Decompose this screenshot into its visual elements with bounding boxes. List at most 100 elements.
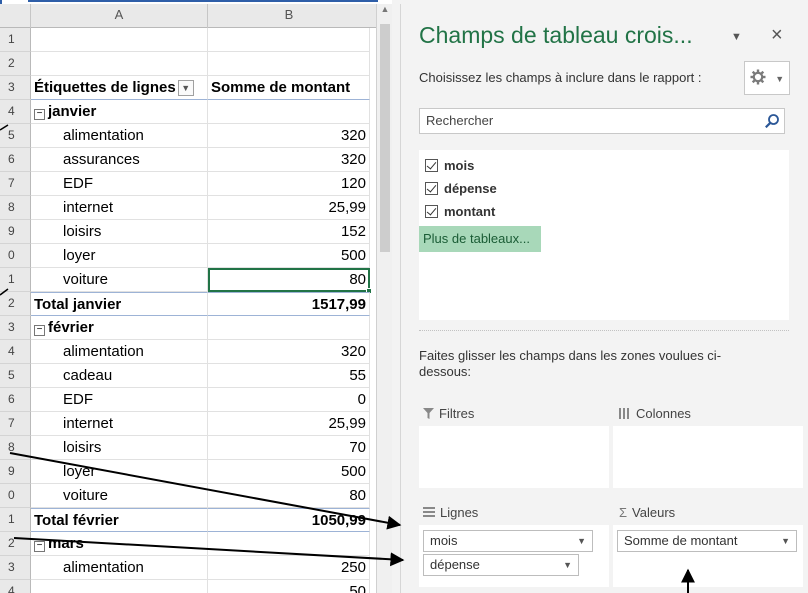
- cell-a[interactable]: Total janvier: [31, 292, 208, 316]
- cell-b[interactable]: 120: [208, 172, 370, 196]
- values-item-somme-de-montant[interactable]: Somme de montant ▼: [617, 530, 797, 552]
- row-number[interactable]: 4: [0, 580, 31, 593]
- cell-a[interactable]: Total février: [31, 508, 208, 532]
- cell-b[interactable]: 1517,99: [208, 292, 370, 316]
- field-mois[interactable]: mois: [425, 158, 474, 173]
- row-number[interactable]: 2: [0, 292, 31, 316]
- row-number[interactable]: 3: [0, 76, 31, 100]
- row-number[interactable]: 1: [0, 268, 31, 292]
- row-number[interactable]: 7: [0, 172, 31, 196]
- cell-b[interactable]: [208, 316, 370, 340]
- cell-a[interactable]: EDF: [31, 388, 208, 412]
- cell-a[interactable]: Étiquettes de lignes ▼: [31, 76, 208, 100]
- cell-a[interactable]: EDF: [31, 172, 208, 196]
- row-number[interactable]: 4: [0, 340, 31, 364]
- cell-a[interactable]: voiture: [31, 268, 208, 292]
- row-number[interactable]: 2: [0, 52, 31, 76]
- cell-b[interactable]: 320: [208, 340, 370, 364]
- cell-b[interactable]: 80: [208, 268, 370, 292]
- row-number[interactable]: 9: [0, 220, 31, 244]
- row-number[interactable]: 3: [0, 556, 31, 580]
- checkbox-mois[interactable]: [425, 159, 438, 172]
- cell-a[interactable]: voiture: [31, 484, 208, 508]
- cell-a[interactable]: loisirs: [31, 436, 208, 460]
- vertical-scrollbar[interactable]: ▲: [376, 4, 392, 593]
- row-number[interactable]: 6: [0, 388, 31, 412]
- filters-zone[interactable]: [419, 426, 609, 488]
- collapse-icon[interactable]: −: [34, 541, 45, 552]
- cell-b[interactable]: 50: [208, 580, 370, 593]
- more-tables-link[interactable]: Plus de tableaux...: [419, 226, 541, 252]
- scroll-up-icon[interactable]: ▲: [379, 4, 391, 18]
- cell-b[interactable]: 320: [208, 148, 370, 172]
- row-number[interactable]: 8: [0, 436, 31, 460]
- collapse-icon[interactable]: −: [34, 325, 45, 336]
- checkbox-depense[interactable]: [425, 182, 438, 195]
- panel-options-dropdown-icon[interactable]: ▼: [731, 31, 742, 43]
- cell-a[interactable]: internet: [31, 412, 208, 436]
- cell-b[interactable]: 500: [208, 460, 370, 484]
- cell-b[interactable]: [208, 52, 370, 76]
- cell-b[interactable]: 1050,99: [208, 508, 370, 532]
- cell-a[interactable]: alimentation: [31, 124, 208, 148]
- select-all-corner[interactable]: [0, 4, 31, 28]
- row-number[interactable]: 1: [0, 28, 31, 52]
- row-number[interactable]: 0: [0, 244, 31, 268]
- rows-zone[interactable]: mois ▼ dépense ▼: [419, 525, 609, 587]
- filter-dropdown-icon[interactable]: ▼: [177, 80, 194, 96]
- cell-a[interactable]: loyer: [31, 244, 208, 268]
- column-header-b[interactable]: B: [208, 4, 370, 28]
- rows-item-depense[interactable]: dépense ▼: [423, 554, 579, 576]
- cell-a[interactable]: [31, 28, 208, 52]
- row-number[interactable]: 4: [0, 100, 31, 124]
- spreadsheet[interactable]: A B 1 2 3 Étiquettes de lignes ▼ Somme de mon…: [0, 0, 392, 593]
- row-number[interactable]: 1: [0, 508, 31, 532]
- cell-a[interactable]: loisirs: [31, 220, 208, 244]
- cell-a[interactable]: alimentation: [31, 340, 208, 364]
- tools-button[interactable]: ▼: [744, 61, 790, 95]
- scroll-thumb[interactable]: [380, 24, 390, 252]
- sum-header[interactable]: Somme de montant: [208, 76, 370, 100]
- cell-b[interactable]: 250: [208, 556, 370, 580]
- cell-b[interactable]: 55: [208, 364, 370, 388]
- values-zone[interactable]: Somme de montant ▼: [613, 525, 803, 587]
- cell-a[interactable]: assurances: [31, 148, 208, 172]
- columns-zone[interactable]: [613, 426, 803, 488]
- cell-b[interactable]: 320: [208, 124, 370, 148]
- cell-b[interactable]: 80: [208, 484, 370, 508]
- field-depense[interactable]: dépense: [425, 181, 497, 196]
- cell-b[interactable]: 152: [208, 220, 370, 244]
- cell-a[interactable]: − mars: [31, 532, 208, 556]
- collapse-icon[interactable]: −: [34, 109, 45, 120]
- close-icon[interactable]: ×: [771, 24, 783, 47]
- chevron-down-icon[interactable]: ▼: [781, 531, 790, 551]
- cell-b[interactable]: [208, 100, 370, 124]
- row-number[interactable]: 8: [0, 196, 31, 220]
- row-number[interactable]: 5: [0, 124, 31, 148]
- cell-a[interactable]: [31, 580, 208, 593]
- checkbox-montant[interactable]: [425, 205, 438, 218]
- row-number[interactable]: 9: [0, 460, 31, 484]
- chevron-down-icon[interactable]: ▼: [577, 531, 586, 551]
- cell-b[interactable]: 0: [208, 388, 370, 412]
- cell-b[interactable]: [208, 532, 370, 556]
- rows-item-mois[interactable]: mois ▼: [423, 530, 593, 552]
- cell-b[interactable]: 25,99: [208, 412, 370, 436]
- cell-b[interactable]: 25,99: [208, 196, 370, 220]
- row-number[interactable]: 7: [0, 412, 31, 436]
- row-number[interactable]: 5: [0, 364, 31, 388]
- search-icon[interactable]: [764, 113, 780, 129]
- cell-a[interactable]: − février: [31, 316, 208, 340]
- cell-a[interactable]: loyer: [31, 460, 208, 484]
- field-montant[interactable]: montant: [425, 204, 495, 219]
- row-number[interactable]: 3: [0, 316, 31, 340]
- cell-a[interactable]: − janvier: [31, 100, 208, 124]
- cell-a[interactable]: internet: [31, 196, 208, 220]
- row-number[interactable]: 6: [0, 148, 31, 172]
- row-number[interactable]: 2: [0, 532, 31, 556]
- row-number[interactable]: 0: [0, 484, 31, 508]
- cell-a[interactable]: cadeau: [31, 364, 208, 388]
- cell-b[interactable]: 70: [208, 436, 370, 460]
- search-input[interactable]: Rechercher: [419, 108, 785, 134]
- column-header-a[interactable]: A: [31, 4, 208, 28]
